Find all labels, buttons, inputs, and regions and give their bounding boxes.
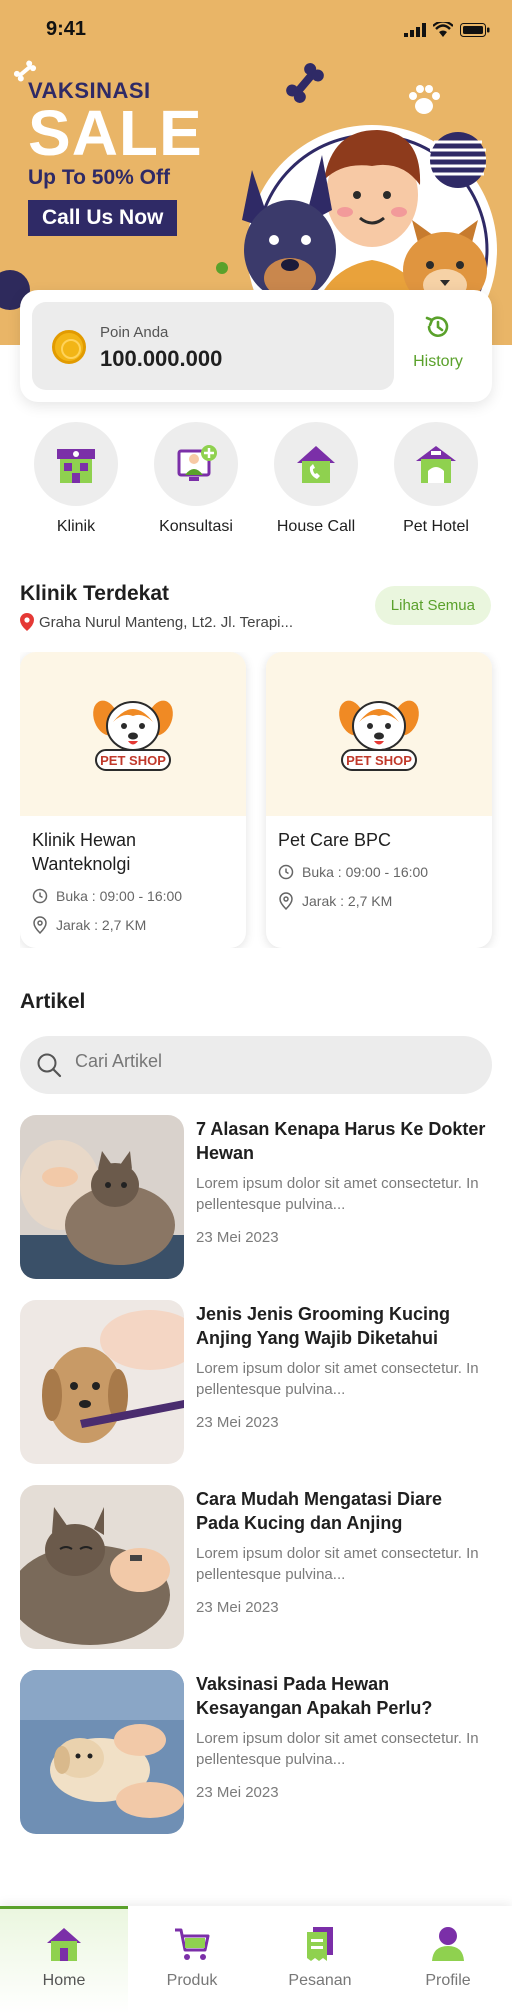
clinic-distance-text: Jarak : 2,7 KM bbox=[302, 893, 393, 909]
logo-text: PET SHOP bbox=[100, 753, 166, 768]
clinic-hours-text: Buka : 09:00 - 16:00 bbox=[56, 888, 183, 904]
signal-icon bbox=[404, 22, 426, 37]
article-item[interactable]: 7 Alasan Kenapa Harus Ke Dokter Hewan Lo… bbox=[20, 1115, 492, 1279]
location-icon bbox=[33, 916, 47, 934]
clinic-distance: Jarak : 2,7 KM bbox=[20, 910, 246, 934]
location-icon bbox=[279, 892, 293, 910]
search-icon bbox=[37, 1053, 62, 1078]
banner-subline: Up To 50% Off bbox=[28, 166, 170, 189]
nav-label: Pesanan bbox=[288, 1972, 352, 1989]
article-description: Lorem ipsum dolor sit amet consectetur. … bbox=[196, 1175, 479, 1213]
article-title: Jenis Jenis Grooming Kucing Anjing Yang … bbox=[196, 1304, 451, 1348]
category-label: Pet Hotel bbox=[403, 518, 469, 535]
clinic-icon bbox=[57, 449, 95, 483]
clinic-hours: Buka : 09:00 - 16:00 bbox=[20, 882, 246, 904]
article-thumbnail bbox=[20, 1670, 184, 1834]
home-icon bbox=[47, 1928, 81, 1961]
pet-shop-logo-icon: PET SHOP bbox=[93, 700, 173, 771]
category-label: House Call bbox=[276, 518, 356, 535]
clock-icon bbox=[278, 864, 294, 880]
points-card: Poin Anda 100.000.000 History bbox=[20, 290, 492, 402]
article-item[interactable]: Jenis Jenis Grooming Kucing Anjing Yang … bbox=[20, 1300, 492, 1464]
article-description: Lorem ipsum dolor sit amet consectetur. … bbox=[196, 1730, 479, 1768]
article-item[interactable]: Cara Mudah Mengatasi Diare Pada Kucing d… bbox=[20, 1485, 492, 1649]
clinic-name: Klinik Hewan Wanteknolgi bbox=[32, 830, 137, 874]
nav-label: Produk bbox=[166, 1972, 218, 1989]
status-time: 9:41 bbox=[46, 18, 87, 40]
wifi-icon bbox=[433, 22, 453, 37]
points-panel: Poin Anda 100.000.000 bbox=[32, 302, 394, 390]
clinic-hours: Buka : 09:00 - 16:00 bbox=[266, 858, 492, 880]
article-title: 7 Alasan Kenapa Harus Ke Dokter Hewan bbox=[196, 1119, 486, 1163]
pet-hotel-icon bbox=[416, 446, 456, 483]
article-thumbnail bbox=[20, 1115, 184, 1279]
clinic-card[interactable]: PET SHOP Pet Care BPC Buka : 09:00 - 16:… bbox=[266, 652, 492, 948]
current-location[interactable]: Graha Nurul Manteng, Lt2. Jl. Terapi... bbox=[20, 613, 293, 631]
pet-shop-logo-icon: PET SHOP bbox=[339, 700, 419, 771]
clinic-card[interactable]: PET SHOP Klinik Hewan Wanteknolgi Buka :… bbox=[20, 652, 246, 948]
article-date: 23 Mei 2023 bbox=[196, 1784, 279, 1801]
clock-icon bbox=[32, 888, 48, 904]
article-date: 23 Mei 2023 bbox=[196, 1599, 279, 1616]
house-call-icon bbox=[297, 446, 335, 483]
banner-headline: SALE bbox=[28, 97, 203, 169]
clinic-logo: PET SHOP bbox=[20, 652, 246, 816]
nav-profile[interactable]: Profile bbox=[384, 1906, 512, 2014]
article-thumbnail bbox=[20, 1300, 184, 1464]
bottom-navigation: Home Produk Pesanan Profile bbox=[0, 1906, 512, 2014]
points-value: 100.000.000 bbox=[100, 346, 223, 371]
nav-pesanan[interactable]: Pesanan bbox=[256, 1906, 384, 2014]
article-item[interactable]: Vaksinasi Pada Hewan Kesayangan Apakah P… bbox=[20, 1670, 492, 1834]
clinic-distance: Jarak : 2,7 KM bbox=[266, 886, 492, 910]
nav-produk[interactable]: Produk bbox=[128, 1906, 256, 2014]
cart-icon bbox=[175, 1928, 210, 1960]
location-text: Graha Nurul Manteng, Lt2. Jl. Terapi... bbox=[39, 613, 294, 631]
category-label: Konsultasi bbox=[159, 518, 233, 535]
article-title: Cara Mudah Mengatasi Diare Pada Kucing d… bbox=[196, 1489, 443, 1533]
article-date: 23 Mei 2023 bbox=[196, 1414, 279, 1431]
category-menu: Klinik Konsultasi House Call Pet Hotel bbox=[20, 422, 492, 536]
battery-icon bbox=[460, 22, 490, 37]
points-label: Poin Anda bbox=[100, 324, 169, 341]
category-house-call[interactable]: House Call bbox=[260, 422, 372, 536]
user-icon bbox=[432, 1927, 464, 1961]
article-description: Lorem ipsum dolor sit amet consectetur. … bbox=[196, 1360, 479, 1398]
article-title: Vaksinasi Pada Hewan Kesayangan Apakah P… bbox=[196, 1674, 433, 1718]
category-pet-hotel[interactable]: Pet Hotel bbox=[380, 422, 492, 536]
clinic-carousel[interactable]: PET SHOP Klinik Hewan Wanteknolgi Buka :… bbox=[20, 652, 512, 948]
category-label: Klinik bbox=[56, 518, 96, 535]
clinic-name: Pet Care BPC bbox=[278, 830, 392, 850]
history-icon bbox=[425, 316, 449, 337]
consultation-icon bbox=[177, 445, 217, 481]
clinic-hours-text: Buka : 09:00 - 16:00 bbox=[302, 864, 429, 880]
category-klinik[interactable]: Klinik bbox=[20, 422, 132, 536]
article-search[interactable] bbox=[20, 1036, 492, 1094]
search-input[interactable] bbox=[75, 1051, 455, 1072]
clinic-logo: PET SHOP bbox=[266, 652, 492, 816]
history-button[interactable]: History bbox=[398, 312, 478, 382]
article-date: 23 Mei 2023 bbox=[196, 1229, 279, 1246]
article-description: Lorem ipsum dolor sit amet consectetur. … bbox=[196, 1545, 479, 1583]
history-label: History bbox=[413, 353, 463, 370]
see-all-button[interactable]: Lihat Semua bbox=[374, 586, 491, 625]
category-konsultasi[interactable]: Konsultasi bbox=[140, 422, 252, 536]
nav-home[interactable]: Home bbox=[0, 1906, 128, 2014]
article-thumbnail bbox=[20, 1485, 184, 1649]
location-pin-icon bbox=[20, 613, 34, 631]
nav-label: Home bbox=[42, 1972, 86, 1989]
call-us-button[interactable]: Call Us Now bbox=[28, 200, 178, 236]
receipt-icon bbox=[307, 1927, 333, 1961]
status-bar: 9:41 bbox=[0, 0, 512, 60]
nav-label: Profile bbox=[425, 1972, 471, 1989]
nearby-title: Klinik Terdekat bbox=[20, 582, 169, 605]
articles-title: Artikel bbox=[20, 990, 86, 1013]
coin-icon bbox=[52, 330, 86, 364]
logo-text: PET SHOP bbox=[346, 753, 412, 768]
clinic-distance-text: Jarak : 2,7 KM bbox=[56, 917, 147, 933]
